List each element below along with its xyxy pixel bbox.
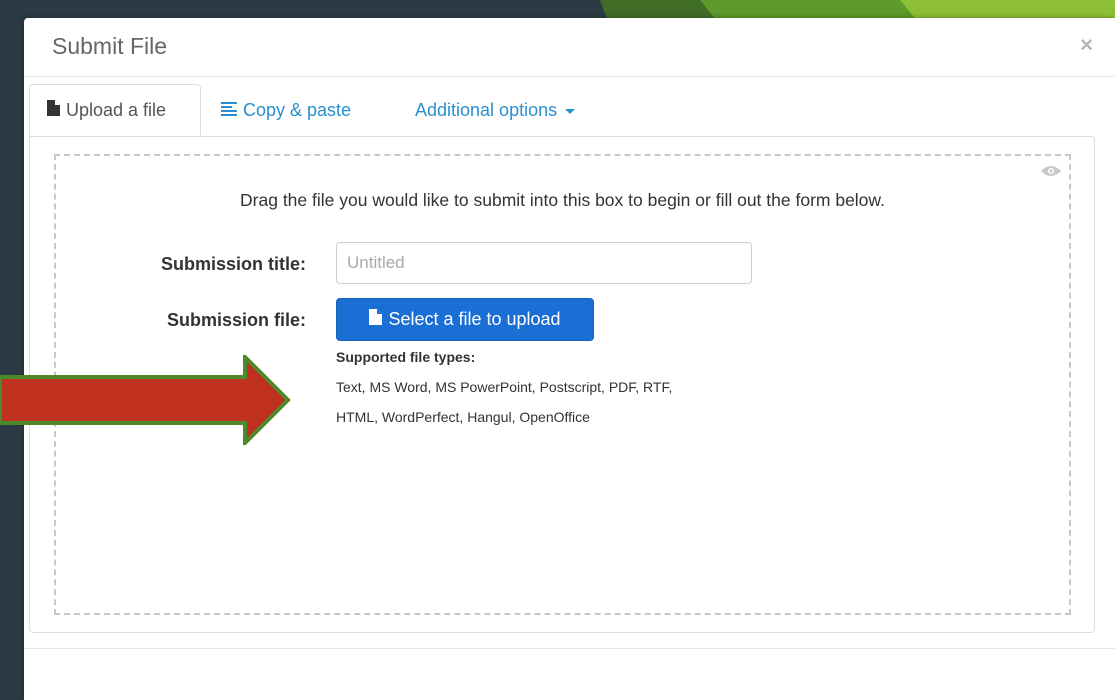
tab-copy-paste[interactable]: Copy & paste [221,84,351,136]
tab-options-label: Additional options [415,99,558,120]
file-icon [47,99,60,121]
modal-header: Submit File × [24,18,1115,77]
red-arrow-icon [0,352,300,450]
supported-file-types-line: Text, MS Word, MS PowerPoint, Postscript… [336,379,673,395]
dropzone-instruction: Drag the file you would like to submit i… [240,190,885,210]
tab-copy-label: Copy & paste [243,99,352,120]
supported-file-types-heading: Supported file types: [336,349,476,365]
select-file-button[interactable]: Select a file to upload [336,298,594,341]
submission-title-label: Submission title: [160,254,306,274]
tab-additional-options[interactable]: Additional options [415,84,576,136]
tab-upload-a-file[interactable]: Upload a file [29,84,201,136]
supported-file-types-line: HTML, WordPerfect, Hangul, OpenOffice [336,409,590,425]
modal-title: Submit File [52,33,168,59]
file-icon [369,309,383,330]
tab-bar: Upload a file Copy & paste Additional op… [29,84,1095,137]
tab-upload-label: Upload a file [66,99,167,120]
modal-footer [24,648,1115,649]
eye-icon[interactable] [1041,164,1061,182]
close-button[interactable]: × [1080,32,1093,58]
select-file-button-label: Select a file to upload [388,309,561,329]
submission-file-label: Submission file: [166,310,306,330]
submission-title-input[interactable] [336,242,752,284]
align-left-icon [221,100,237,121]
caret-down-icon [565,108,576,114]
